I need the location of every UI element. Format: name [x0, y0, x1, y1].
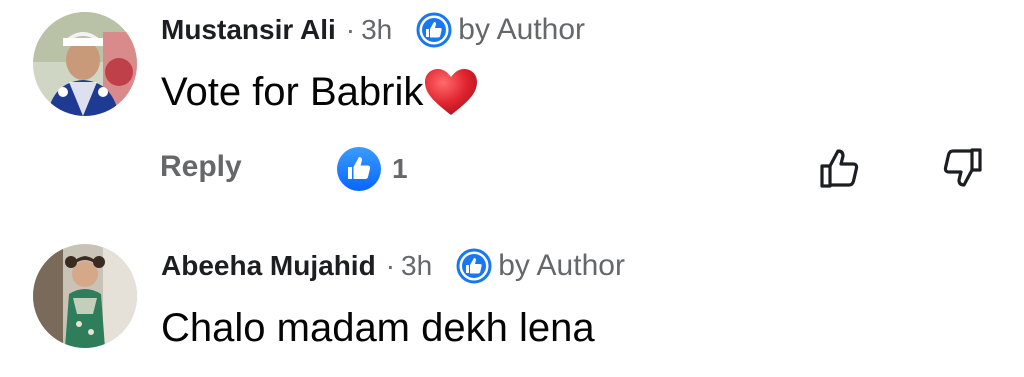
author-badge-label: by Author	[458, 13, 586, 46]
author-name[interactable]: Abeeha Mujahid	[161, 250, 376, 282]
avatar[interactable]	[33, 12, 137, 116]
comment: Abeeha Mujahid · 3h by Author Chalo mada…	[0, 236, 1024, 377]
timestamp: 3h	[361, 14, 393, 45]
author-name[interactable]: Mustansir Ali	[161, 14, 336, 46]
reply-button[interactable]: Reply	[160, 150, 242, 184]
like-reaction-icon	[336, 146, 382, 192]
comment-text: Vote for Babrik	[161, 64, 479, 120]
comment: Mustansir Ali · 3h by Author Vote for Ba…	[0, 0, 1024, 230]
separator-dot: ·	[345, 14, 356, 45]
avatar[interactable]	[33, 244, 137, 348]
like-badge-icon	[456, 248, 492, 284]
comment-body: Vote for Babrik	[161, 69, 424, 114]
thumbs-up-outline-icon[interactable]	[816, 144, 864, 192]
thumbs-down-outline-icon[interactable]	[938, 144, 986, 192]
comment-thread: Mustansir Ali · 3h by Author Vote for Ba…	[0, 0, 1024, 377]
like-badge-icon	[416, 12, 452, 48]
comment-actions: Reply 1	[0, 140, 1024, 196]
reaction-summary[interactable]: 1	[336, 146, 408, 192]
comment-meta: Abeeha Mujahid · 3h by Author	[161, 246, 625, 286]
red-heart-icon	[423, 67, 479, 117]
timestamp: 3h	[401, 250, 433, 281]
comment-meta: Mustansir Ali · 3h by Author	[161, 10, 585, 50]
author-badge-label: by Author	[498, 249, 625, 282]
separator-dot: ·	[385, 250, 396, 281]
reaction-count: 1	[392, 153, 408, 184]
comment-body: Chalo madam dekh lena	[161, 305, 595, 350]
comment-text: Chalo madam dekh lena	[161, 300, 595, 356]
